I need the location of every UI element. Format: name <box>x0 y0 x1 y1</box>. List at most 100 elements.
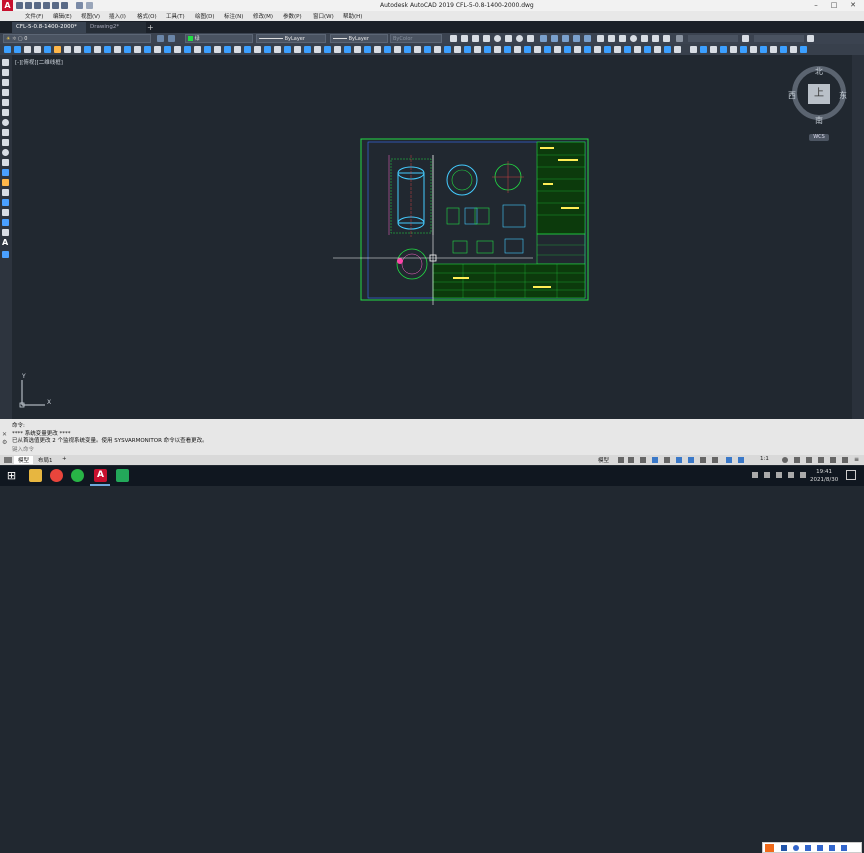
arc-tool-icon[interactable] <box>34 46 41 53</box>
ime-skin-icon[interactable] <box>829 845 835 851</box>
tablestyle-box[interactable] <box>754 35 804 42</box>
ime-indicator-icon[interactable] <box>800 472 806 478</box>
insert-block-icon[interactable] <box>2 169 9 176</box>
inspect-icon[interactable] <box>750 46 757 53</box>
ucs-world-icon[interactable] <box>394 46 401 53</box>
arc-icon[interactable] <box>2 109 9 116</box>
rect-icon[interactable] <box>2 99 9 106</box>
id-point-icon[interactable] <box>544 46 551 53</box>
ime-voice-icon[interactable] <box>805 845 811 851</box>
otrack-icon[interactable] <box>676 457 682 463</box>
distance-icon[interactable] <box>514 46 521 53</box>
system-clock[interactable]: 19:41 2021/8/30 <box>810 468 838 484</box>
command-settings-icon[interactable]: ⚙ <box>2 439 7 446</box>
units-icon[interactable] <box>806 457 812 463</box>
add-tab-icon[interactable]: + <box>147 23 154 32</box>
save-icon[interactable] <box>25 2 32 9</box>
list-icon[interactable] <box>534 46 541 53</box>
xref-icon[interactable] <box>594 46 601 53</box>
menu-dimension[interactable]: 标注(N) <box>224 12 243 20</box>
spline-icon[interactable] <box>2 139 9 146</box>
style-icon-5[interactable] <box>505 35 512 42</box>
viewcube-top-face[interactable]: 上 <box>808 84 830 104</box>
command-input[interactable]: 键入命令 <box>12 445 612 453</box>
ucs-view-icon[interactable] <box>454 46 461 53</box>
ucs-y-icon[interactable] <box>434 46 441 53</box>
dimstyle-box[interactable] <box>688 35 738 42</box>
line-tool-icon[interactable] <box>4 46 11 53</box>
visual-style-icon-6[interactable] <box>652 35 659 42</box>
drawing-sheet[interactable] <box>13 55 851 419</box>
menu-view[interactable]: 视图(V) <box>81 12 100 20</box>
extend-tool-icon[interactable] <box>144 46 151 53</box>
dim-linear-icon[interactable] <box>254 46 261 53</box>
ucs-icon[interactable] <box>384 46 391 53</box>
rotate-tool-icon[interactable] <box>84 46 91 53</box>
clip-icon[interactable] <box>614 46 621 53</box>
style-icon-4[interactable] <box>483 35 490 42</box>
view-icon-2[interactable] <box>551 35 558 42</box>
undo-icon[interactable] <box>76 2 83 9</box>
snap-icon[interactable] <box>628 457 634 463</box>
ucs-object-icon[interactable] <box>464 46 471 53</box>
autoscale-icon[interactable] <box>738 457 744 463</box>
polyline-tool-icon[interactable] <box>14 46 21 53</box>
view-icon-1[interactable] <box>540 35 547 42</box>
fullscreen-icon[interactable] <box>842 457 848 463</box>
gradient-icon[interactable] <box>2 209 9 216</box>
view-icon-5[interactable] <box>584 35 591 42</box>
jogged-icon[interactable] <box>760 46 767 53</box>
dim-radius-icon[interactable] <box>274 46 281 53</box>
tab-layout1[interactable]: 布局1 <box>34 456 57 464</box>
style-icon-6[interactable] <box>527 35 534 42</box>
inquiry-icon[interactable] <box>504 46 511 53</box>
tray-icon-1[interactable] <box>752 472 758 478</box>
tab-add-layout[interactable]: + <box>58 456 71 464</box>
minimize-icon[interactable]: – <box>808 1 824 10</box>
dim-update-icon[interactable] <box>790 46 797 53</box>
layer-previous-icon[interactable] <box>168 35 175 42</box>
field-icon[interactable] <box>634 46 641 53</box>
layer-icon[interactable] <box>61 2 68 9</box>
mtext-icon[interactable]: A <box>2 238 8 247</box>
rectangle-tool-icon[interactable] <box>44 46 51 53</box>
polygon-icon[interactable] <box>2 89 9 96</box>
ellipse-arc-icon[interactable] <box>2 159 9 166</box>
layer-state-icon[interactable] <box>157 35 164 42</box>
model-space-toggle[interactable]: 模型 <box>598 456 609 464</box>
customize-icon[interactable]: ≡ <box>854 456 859 463</box>
xline-icon[interactable] <box>2 69 9 76</box>
visual-style-icon-3[interactable] <box>619 35 626 42</box>
tab-active-drawing[interactable]: CFL-5-0.8-1400-2000* <box>12 22 86 33</box>
dim-diameter-icon[interactable] <box>284 46 291 53</box>
isolate-icon[interactable] <box>830 457 836 463</box>
hatch-tool-icon[interactable] <box>54 46 61 53</box>
update-icon[interactable] <box>644 46 651 53</box>
zoom-window-icon[interactable] <box>364 46 371 53</box>
ungroup-icon[interactable] <box>584 46 591 53</box>
pan-icon[interactable] <box>344 46 351 53</box>
point-icon[interactable] <box>2 189 9 196</box>
annotation-scale[interactable]: 1:1 <box>760 456 769 462</box>
polar-icon[interactable] <box>652 457 658 463</box>
ime-keyboard-icon[interactable] <box>817 845 823 851</box>
dim-aligned-icon[interactable] <box>264 46 271 53</box>
lineweight-dropdown[interactable]: ByLayer <box>330 34 388 43</box>
ime-punct-icon[interactable] <box>793 845 799 851</box>
break-tool-icon[interactable] <box>194 46 201 53</box>
lineweight-icon[interactable] <box>700 457 706 463</box>
move-tool-icon[interactable] <box>64 46 71 53</box>
tray-icon-2[interactable] <box>764 472 770 478</box>
command-close-icon[interactable]: ✕ <box>2 431 7 438</box>
orbit-icon[interactable] <box>374 46 381 53</box>
volume-icon[interactable] <box>788 472 794 478</box>
autocad-logo-icon[interactable]: A <box>2 0 13 11</box>
grid-icon[interactable] <box>618 457 624 463</box>
ime-mode-icon[interactable] <box>781 845 787 851</box>
compass-east[interactable]: 东 <box>839 90 847 101</box>
osnap-icon[interactable] <box>688 457 694 463</box>
zoom-extents-icon[interactable] <box>354 46 361 53</box>
boundary-icon[interactable] <box>564 46 571 53</box>
workspace-icon[interactable] <box>782 457 788 463</box>
layer-dropdown[interactable]: ☀ ✲ ▢ 0 <box>3 34 151 43</box>
